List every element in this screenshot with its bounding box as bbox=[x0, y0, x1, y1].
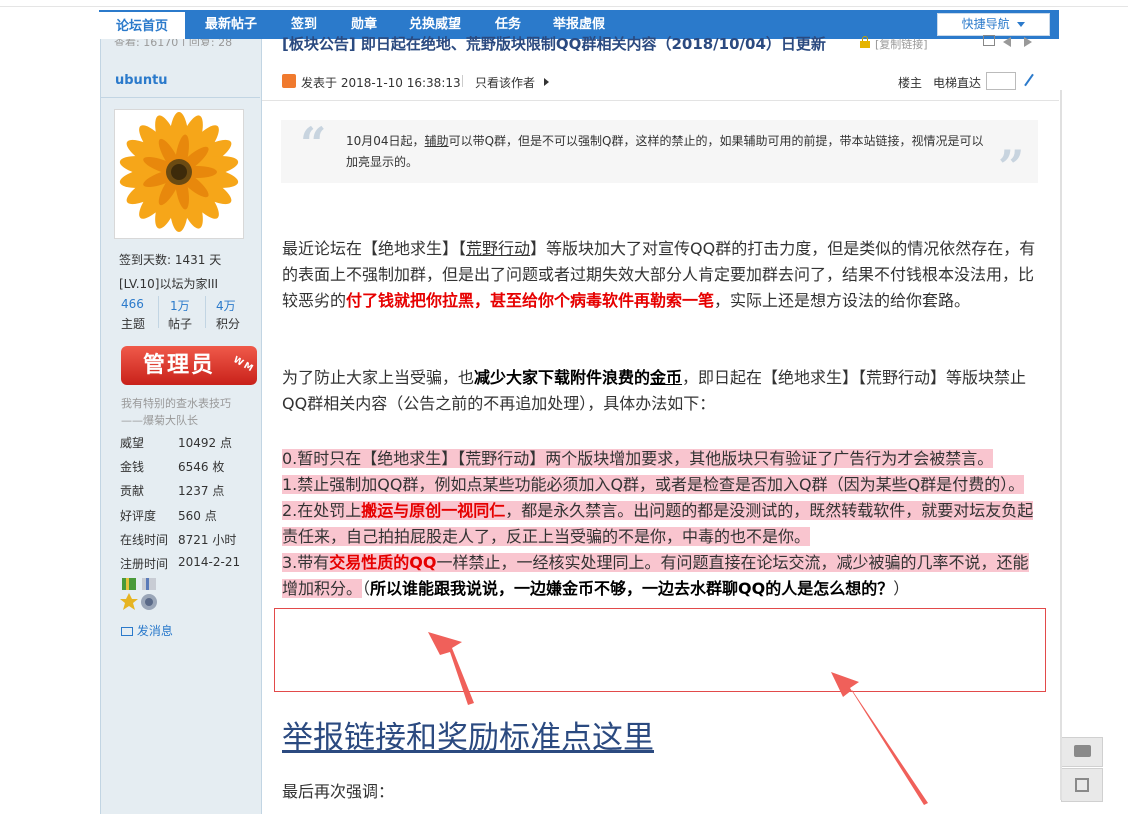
right-edge-divider bbox=[1060, 90, 1062, 800]
comment-float-button[interactable] bbox=[1061, 737, 1103, 767]
right-float-area bbox=[1060, 0, 1128, 814]
share-icon bbox=[1075, 778, 1089, 792]
arrow-icon bbox=[428, 632, 928, 805]
comment-icon bbox=[1074, 745, 1091, 757]
share-float-button[interactable] bbox=[1061, 768, 1103, 802]
annotation-arrows bbox=[428, 632, 928, 805]
